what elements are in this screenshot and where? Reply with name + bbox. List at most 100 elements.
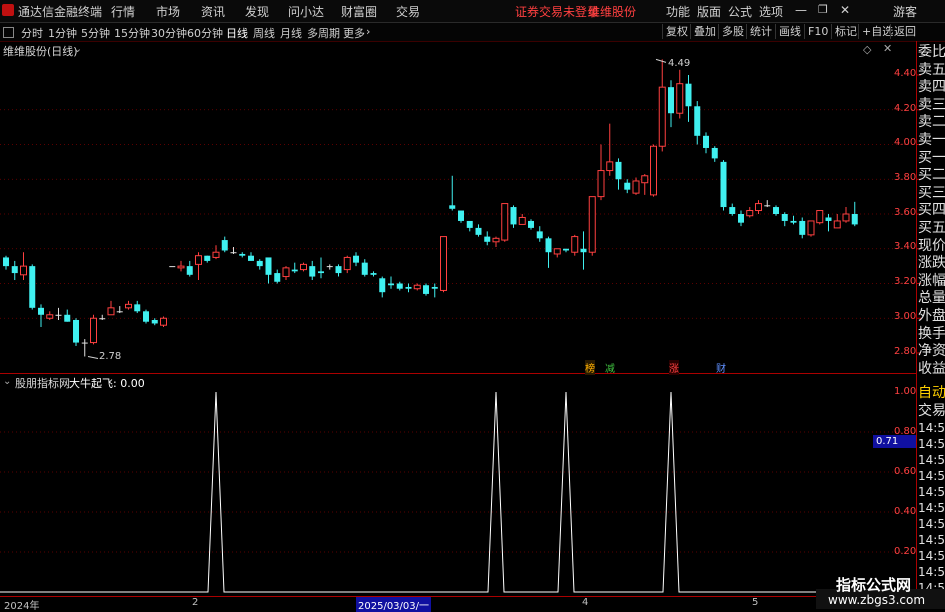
candle xyxy=(510,205,517,228)
candle-body xyxy=(641,175,649,184)
high-arrow xyxy=(655,58,667,63)
candle-body xyxy=(282,267,290,278)
candle-body xyxy=(458,210,464,221)
event-marker-jian[interactable]: 减 xyxy=(605,360,615,375)
candle xyxy=(518,214,526,225)
candle-body xyxy=(492,237,500,243)
candle xyxy=(536,226,543,242)
candle xyxy=(353,252,359,267)
event-marker-cai[interactable]: 财 xyxy=(716,360,726,375)
price-tick-3: 3.80 xyxy=(894,172,917,183)
candle-body xyxy=(580,248,587,253)
candle-body xyxy=(195,255,202,265)
candle xyxy=(694,101,701,145)
candle-body xyxy=(318,271,324,274)
candle xyxy=(64,309,71,322)
price-tick-7: 3.00 xyxy=(894,311,917,322)
candle xyxy=(842,207,850,223)
candle-body xyxy=(230,252,237,254)
quote-sidebar: 委比 卖五 卖四 卖三 卖二 卖一 买一 买二 买三 买四 买五 现价 涨跌 涨幅 总量 外盘 换手 净资 收益 xyxy=(918,44,945,374)
candle xyxy=(501,203,509,242)
candle xyxy=(46,311,54,320)
candle-body xyxy=(388,283,394,286)
sidebar-field: 总量 xyxy=(918,290,945,307)
price-tick-2: 4.00 xyxy=(894,137,917,148)
dropdown-icon[interactable]: ⌄ xyxy=(73,42,82,55)
candle-body xyxy=(746,210,754,217)
event-marker-bang[interactable]: 榜 xyxy=(585,360,595,375)
candle xyxy=(282,266,290,281)
candle-body xyxy=(107,307,115,316)
sidebar-trade-head[interactable]: 交易 xyxy=(918,403,945,421)
candle xyxy=(396,281,403,291)
sidebar-field: 买一 xyxy=(918,149,945,166)
candle-body xyxy=(694,106,701,136)
candle-body xyxy=(790,220,797,223)
candle xyxy=(116,306,123,314)
candle xyxy=(125,300,132,310)
candle xyxy=(326,264,333,270)
candle xyxy=(650,144,657,197)
candle-body xyxy=(143,311,149,322)
candle-body xyxy=(300,263,307,271)
event-marker-zhang[interactable]: 涨 xyxy=(669,360,679,375)
candle-body xyxy=(484,236,491,242)
candle-body xyxy=(825,217,832,221)
candle xyxy=(405,283,412,293)
candle-body xyxy=(212,251,220,258)
candle xyxy=(449,175,456,211)
sidebar-field: 买二 xyxy=(918,167,945,184)
candle xyxy=(274,269,281,284)
candle-body xyxy=(396,283,403,289)
candlestick-series xyxy=(3,59,858,357)
candle xyxy=(851,201,858,227)
candle-body xyxy=(703,135,709,148)
chart-close-icon[interactable]: ✕ xyxy=(883,42,892,55)
candle xyxy=(553,248,561,258)
candle-body xyxy=(668,87,674,114)
candle-body xyxy=(606,161,614,172)
candle xyxy=(388,276,394,289)
low-price-label: 2.78 xyxy=(99,351,122,362)
candle xyxy=(720,160,727,211)
candle xyxy=(20,252,27,281)
candle-body xyxy=(676,83,684,114)
candle xyxy=(204,255,211,263)
candle-body xyxy=(160,317,167,326)
candle xyxy=(413,283,421,291)
candle-body xyxy=(64,314,71,322)
indicator-dropdown-icon[interactable]: ⌄ xyxy=(3,376,11,387)
candle xyxy=(370,271,377,277)
candle xyxy=(466,220,473,232)
candle-body xyxy=(20,265,27,276)
price-tick-5: 3.40 xyxy=(894,241,917,252)
candle-body xyxy=(379,278,386,293)
indicator-series xyxy=(0,391,916,593)
candle xyxy=(484,231,491,246)
price-tick-6: 3.20 xyxy=(894,276,917,287)
candle xyxy=(615,158,622,190)
sidebar-time: 14:56 xyxy=(918,565,945,580)
candle xyxy=(685,75,692,122)
candle xyxy=(81,339,88,357)
cursor-value-badge: 0.71 xyxy=(873,435,916,448)
candle xyxy=(143,309,149,324)
candle xyxy=(309,260,316,281)
candle-body xyxy=(536,231,543,239)
candle xyxy=(300,262,307,272)
watermark-title: 指标公式网 xyxy=(836,576,912,594)
candle xyxy=(221,236,228,253)
candle-body xyxy=(370,273,377,275)
sidebar-trade-head[interactable]: 自动 xyxy=(918,385,945,403)
candle-body xyxy=(204,255,211,261)
candle-body xyxy=(518,216,526,225)
sidebar-field: 卖二 xyxy=(918,114,945,131)
trade-sidebar: 自动交易14:5614:5614:5614:5614:5614:5614:561… xyxy=(918,385,945,600)
sidebar-field: 现价 xyxy=(918,237,945,254)
candle-body xyxy=(423,285,429,294)
settings-diamond-icon[interactable]: ◇ xyxy=(863,43,871,56)
candle-body xyxy=(685,83,692,107)
chart-area[interactable] xyxy=(0,0,945,609)
candle xyxy=(711,146,718,162)
candle-body xyxy=(116,311,123,313)
